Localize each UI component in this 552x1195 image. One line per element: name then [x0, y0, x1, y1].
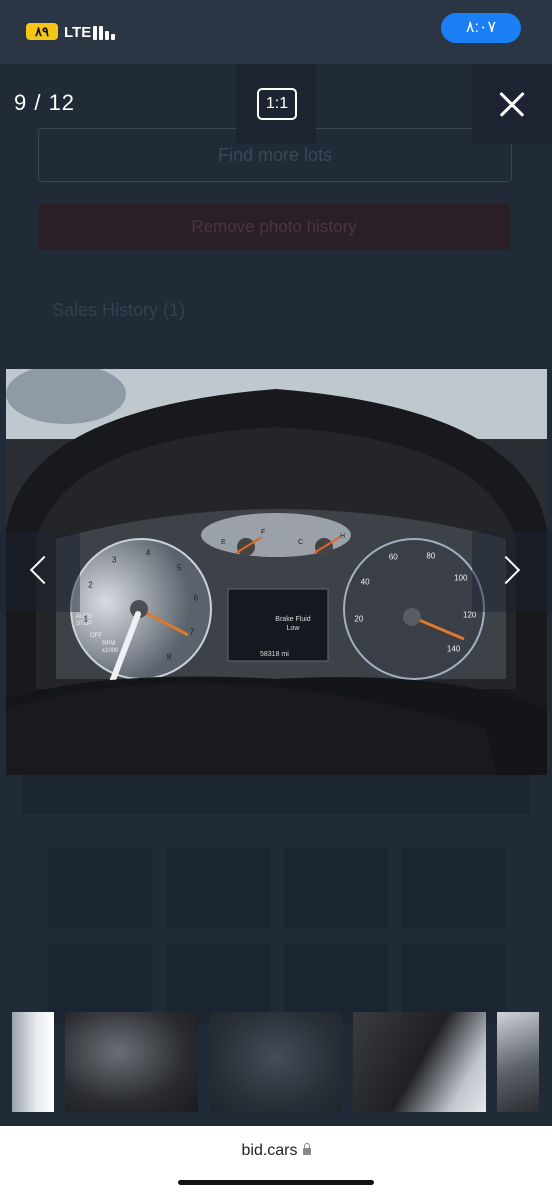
url-text: bid.cars	[241, 1142, 298, 1159]
browser-address-bar[interactable]: bid.cars	[0, 1126, 552, 1195]
next-image-button[interactable]	[472, 532, 552, 612]
gauge-tick-label: 100	[454, 573, 468, 583]
image-viewer: Find more lots Remove photo history Sale…	[0, 64, 552, 1126]
main-photo[interactable]: AUTO STOP OFF RPM x1000 Brake Fluid Low …	[6, 369, 547, 775]
lock-icon	[302, 1143, 311, 1155]
image-counter: 9 / 12	[14, 90, 76, 115]
bg-strip	[22, 772, 530, 814]
prev-image-button[interactable]	[0, 532, 80, 612]
bg-thumb	[284, 848, 388, 928]
bg-thumb	[166, 848, 270, 928]
bg-thumb	[402, 848, 506, 928]
url-display[interactable]: bid.cars	[0, 1142, 552, 1160]
bg-remove-history-button: Remove photo history	[38, 204, 510, 250]
gauge-tick-label: 7	[189, 627, 195, 637]
clock-pill[interactable]: ۸:۰۷	[441, 13, 521, 43]
gauge-tick-label: 4	[145, 548, 151, 558]
zoom-toggle-button[interactable]: 1:1	[236, 64, 316, 144]
gauge-tick-label: 140	[446, 644, 461, 654]
temp-h-label: H	[340, 533, 346, 540]
signal-icon	[93, 26, 119, 40]
thumbnail[interactable]	[65, 1012, 198, 1112]
gauge-tick-label: 80	[426, 551, 436, 561]
odometer-text: 58318 mi	[260, 651, 289, 658]
fuel-e-label: E	[221, 539, 226, 546]
zoom-icon: 1:1	[257, 88, 297, 120]
bg-thumb	[48, 848, 152, 928]
battery-indicator: ۸۹	[26, 23, 58, 40]
thumbnail[interactable]	[497, 1012, 539, 1112]
gauge-tick-label: 5	[176, 563, 182, 573]
gauge-tick-label: 6	[193, 593, 199, 603]
message-text: Brake Fluid Low	[275, 616, 311, 632]
network-type: LTE	[64, 24, 92, 41]
gauge-tick-label: 3	[111, 555, 117, 565]
gauge-tick-label: 20	[354, 614, 364, 624]
rpm-label: RPM x1000	[102, 641, 119, 654]
auto-off-label: OFF	[90, 633, 102, 639]
gauge-tick-label: 2	[88, 580, 93, 590]
close-button[interactable]	[472, 64, 552, 144]
thumbnail-strip	[0, 1012, 552, 1112]
chevron-right-icon	[491, 555, 521, 585]
dashboard-image	[6, 369, 547, 775]
thumbnail[interactable]	[12, 1012, 54, 1112]
fuel-f-label: F	[261, 529, 266, 536]
status-bar: ۸۹ LTE ۸:۰۷	[0, 0, 552, 64]
thumbnail-active[interactable]	[210, 1012, 342, 1112]
bg-sales-heading: Sales History (1)	[52, 300, 186, 320]
home-indicator[interactable]	[178, 1180, 374, 1185]
gauge-tick-label: 1	[83, 614, 89, 624]
gauge-tick-label: 8	[166, 652, 172, 662]
gauge-tick-label: 40	[360, 577, 370, 587]
temp-c-label: C	[298, 539, 304, 546]
gauge-tick-label: 60	[388, 552, 398, 562]
thumbnail[interactable]	[353, 1012, 486, 1112]
chevron-left-icon	[29, 555, 59, 585]
